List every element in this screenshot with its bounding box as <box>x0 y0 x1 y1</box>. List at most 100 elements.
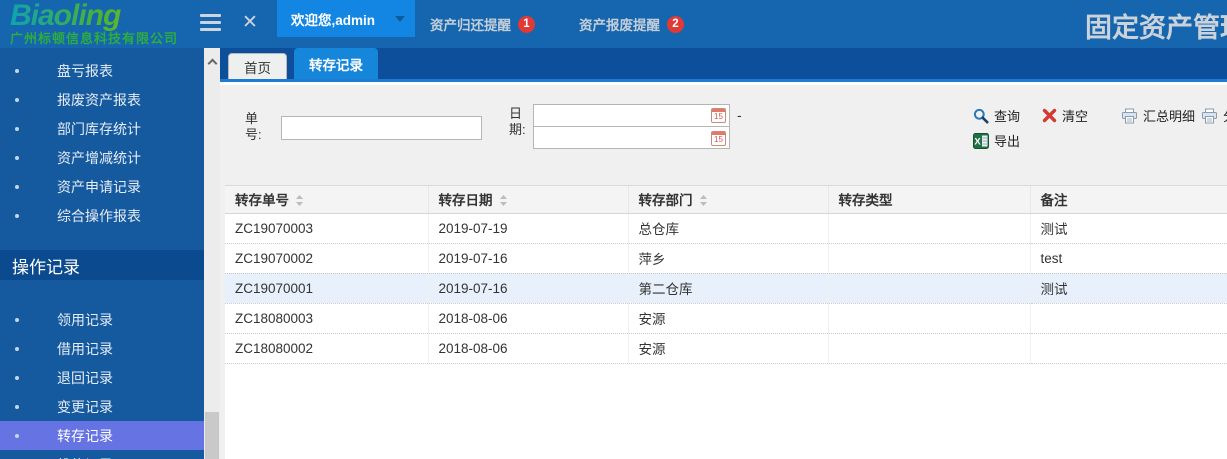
clear-label: 清空 <box>1062 106 1088 125</box>
column-header-3: 转存类型 <box>828 186 1030 213</box>
asset-scrap-reminder[interactable]: 资产报废提醒 2 <box>579 14 684 34</box>
table-row[interactable]: ZC190700032019-07-19总仓库测试 <box>225 213 1227 243</box>
table-cell <box>1030 333 1227 363</box>
table-cell: 总仓库 <box>628 213 828 243</box>
tab-bar: 首页 转存记录 <box>220 48 1227 82</box>
reminder-count-badge: 1 <box>518 16 535 33</box>
column-header-4: 备注 <box>1030 186 1227 213</box>
sidebar-item-dept-stock-stats[interactable]: 部门库存统计 <box>0 114 204 143</box>
app-title: 固定资产管理系统 <box>1085 6 1227 45</box>
calendar-icon[interactable]: 15 <box>711 131 726 146</box>
query-button[interactable]: 查询 <box>973 106 1020 125</box>
table-cell: 2018-08-06 <box>428 303 628 333</box>
column-header-1[interactable]: 转存日期 <box>428 186 628 213</box>
sidebar-item-label: 盘盈报表 <box>57 48 113 52</box>
table-cell: 测试 <box>1030 213 1227 243</box>
company-logo: Biaoling 广州标顿信息科技有限公司 <box>10 1 178 47</box>
column-label: 转存部门 <box>639 193 693 208</box>
table-cell: test <box>1030 243 1227 273</box>
order-no-label: 单号: <box>245 111 263 143</box>
table-cell: 2019-07-19 <box>428 213 628 243</box>
table-cell: 2018-08-06 <box>428 333 628 363</box>
export-label: 导出 <box>994 131 1020 150</box>
red-x-icon <box>1042 108 1057 123</box>
sidebar-item-asset-change-stats[interactable]: 资产增减统计 <box>0 143 204 172</box>
calendar-icon[interactable]: 15 <box>711 108 726 123</box>
table-row[interactable]: ZC190700022019-07-16萍乡test <box>225 243 1227 273</box>
excel-icon: X <box>973 133 989 149</box>
filter-form: 单号: 日期: 15 15 - 查询 清空 <box>220 85 1227 185</box>
table-cell <box>828 333 1030 363</box>
sidebar-section-operation-records[interactable]: 操作记录 <box>0 250 204 280</box>
table-row[interactable]: ZC180800022018-08-06安源 <box>225 333 1227 363</box>
tab-home[interactable]: 首页 <box>228 53 287 79</box>
column-header-0[interactable]: 转存单号 <box>225 186 428 213</box>
close-icon[interactable]: ✕ <box>242 10 258 36</box>
table-row[interactable]: ZC180800032018-08-06安源 <box>225 303 1227 333</box>
column-label: 转存类型 <box>839 193 893 208</box>
clipped-print-button[interactable]: 分 <box>1201 106 1227 125</box>
date-label: 日期: <box>509 106 527 138</box>
bullet-icon <box>15 69 19 73</box>
table-cell: 安源 <box>628 333 828 363</box>
table-cell <box>828 213 1030 243</box>
svg-text:X: X <box>974 136 981 147</box>
bullet-icon <box>15 434 19 438</box>
sidebar-item-label: 退回记录 <box>57 368 113 388</box>
tab-zhuancun-records[interactable]: 转存记录 <box>294 48 378 79</box>
date-from-input[interactable] <box>533 104 730 127</box>
sidebar: 盘盈报表盘亏报表报废资产报表部门库存统计资产增减统计资产申请记录综合操作报表操作… <box>0 48 204 459</box>
records-table: 转存单号转存日期转存部门转存类型备注 ZC190700032019-07-19总… <box>225 185 1227 459</box>
sort-icon <box>295 195 304 206</box>
asset-return-reminder[interactable]: 资产归还提醒 1 <box>430 14 535 34</box>
sidebar-item-label: 借用记录 <box>57 339 113 359</box>
sidebar-item-asset-apply-records[interactable]: 资产申请记录 <box>0 172 204 201</box>
reminder-count-badge: 2 <box>667 16 684 33</box>
sidebar-item-label: 变更记录 <box>57 397 113 417</box>
table-cell: 萍乡 <box>628 243 828 273</box>
sidebar-item-label: 维修记录 <box>57 455 113 459</box>
order-no-input[interactable] <box>281 116 482 140</box>
main-area: 首页 转存记录 单号: 日期: 15 15 - 查询 <box>220 48 1227 459</box>
sidebar-item-label: 操作记录 <box>12 253 80 278</box>
sidebar-item-zhuancun-records[interactable]: 转存记录 <box>0 421 204 450</box>
sidebar-item-panying-report[interactable]: 盘盈报表 <box>0 48 204 56</box>
table-row[interactable]: ZC190700012019-07-16第二仓库测试 <box>225 273 1227 303</box>
reminder-label: 资产报废提醒 <box>579 14 660 34</box>
table-cell: ZC19070001 <box>225 273 428 303</box>
table-cell: 第二仓库 <box>628 273 828 303</box>
welcome-label: 欢迎您,admin <box>291 9 375 29</box>
menu-toggle-button[interactable] <box>200 14 221 31</box>
top-header: Biaoling 广州标顿信息科技有限公司 ✕ 欢迎您,admin 资产归还提醒… <box>0 0 1227 48</box>
fixed-asset-app: 盘盈报表盘亏报表报废资产报表部门库存统计资产增减统计资产申请记录综合操作报表操作… <box>0 0 1227 459</box>
sort-icon <box>499 195 508 206</box>
sidebar-item-biangeng-records[interactable]: 变更记录 <box>0 392 204 421</box>
sidebar-item-jieyong-records[interactable]: 借用记录 <box>0 334 204 363</box>
summary-label: 汇总明细 <box>1143 106 1195 125</box>
sidebar-item-comprehensive-report[interactable]: 综合操作报表 <box>0 201 204 230</box>
bullet-icon <box>15 347 19 351</box>
clear-button[interactable]: 清空 <box>1042 106 1088 125</box>
table-cell <box>828 303 1030 333</box>
table-header-row: 转存单号 转存日期转存部门 转存类型 备注 <box>225 186 1227 213</box>
column-header-2[interactable]: 转存部门 <box>628 186 828 213</box>
sort-icon <box>699 195 708 206</box>
column-label: 转存单号 <box>235 193 289 208</box>
reminder-label: 资产归还提醒 <box>430 14 511 34</box>
date-to-input[interactable] <box>533 126 730 149</box>
sidebar-item-baofei-asset-report[interactable]: 报废资产报表 <box>0 85 204 114</box>
sidebar-item-label: 综合操作报表 <box>57 206 141 226</box>
sidebar-item-label: 部门库存统计 <box>57 119 141 139</box>
summary-detail-button[interactable]: 汇总明细 <box>1121 106 1195 125</box>
table-cell: ZC18080002 <box>225 333 428 363</box>
table-body: ZC190700032019-07-19总仓库测试ZC190700022019-… <box>225 213 1227 363</box>
export-button[interactable]: X 导出 <box>973 131 1020 150</box>
scrollbar-thumb[interactable] <box>205 412 219 459</box>
sidebar-item-tuihui-records[interactable]: 退回记录 <box>0 363 204 392</box>
clipped-label: 分 <box>1223 106 1227 125</box>
scroll-up-button[interactable] <box>204 48 220 74</box>
user-dropdown[interactable]: 欢迎您,admin <box>277 0 415 37</box>
sidebar-item-pankui-report[interactable]: 盘亏报表 <box>0 56 204 85</box>
sidebar-item-weixiu-records[interactable]: 维修记录 <box>0 450 204 459</box>
sidebar-item-lingyong-records[interactable]: 领用记录 <box>0 305 204 334</box>
